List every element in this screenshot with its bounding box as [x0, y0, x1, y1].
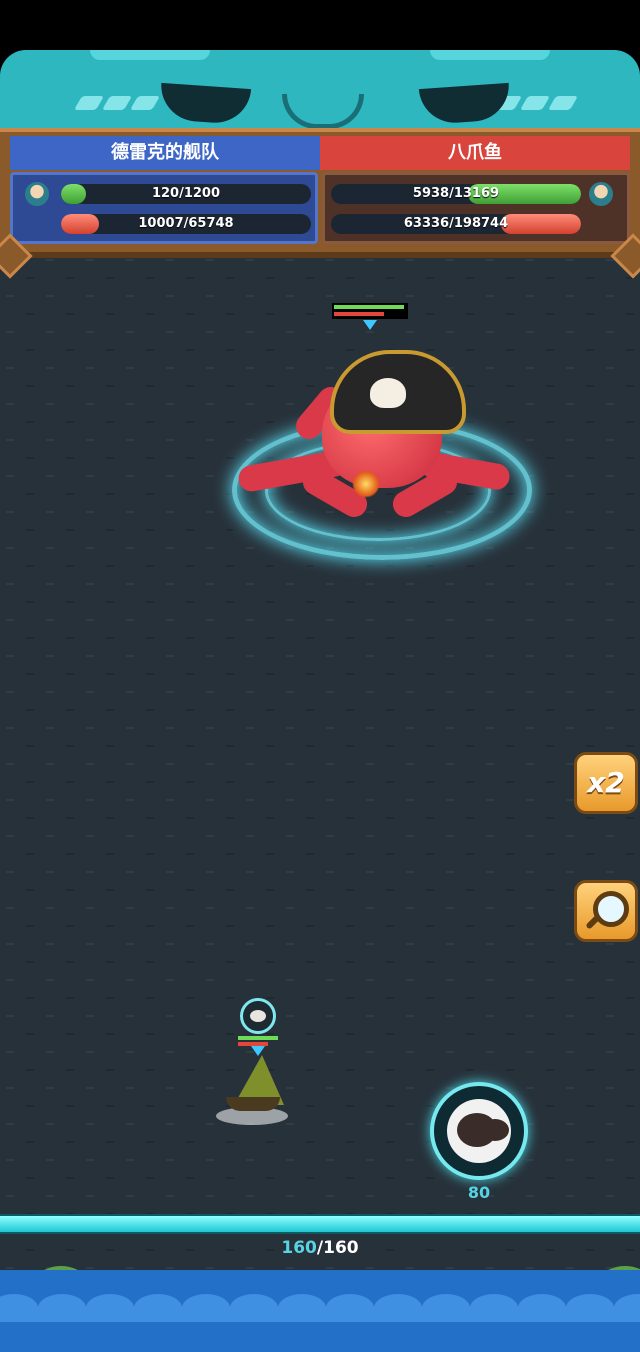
- player-crew-row: 120/1200: [13, 181, 315, 207]
- wave-crest: [278, 1294, 326, 1322]
- wave-crest: [422, 1294, 470, 1322]
- boss-health-bar: [332, 303, 408, 319]
- cheek-stripe: [129, 96, 161, 110]
- energy-bar: [0, 1214, 640, 1234]
- player-ship-row: 10007/65748: [13, 211, 315, 1336]
- enemy-crew-row: 5938/13169: [325, 181, 627, 207]
- header-ear-left: [90, 50, 210, 60]
- enemy-ship-hp: 63336/198744: [403, 216, 509, 231]
- header-eye-right: [418, 82, 512, 126]
- cheek-stripe: [73, 96, 105, 110]
- boss-crew-fill: [334, 305, 404, 309]
- crew-icon: [25, 182, 49, 206]
- player-ship-hp: 10007/65748: [138, 216, 234, 231]
- wave-crest: [86, 1294, 134, 1322]
- player-crew-hp: 120/1200: [151, 186, 221, 201]
- status-bar: [0, 0, 640, 50]
- wave-crest: [518, 1294, 566, 1322]
- enemy-crew-hp: 5938/13169: [412, 186, 500, 201]
- wave-crest: [182, 1294, 230, 1322]
- skull-icon: [370, 378, 406, 408]
- target-arrow-icon: [363, 320, 377, 330]
- energy-max: 160: [323, 1238, 359, 1258]
- magnifier-icon: [593, 891, 629, 927]
- enemy-ship-bar: 63336/198744: [331, 214, 581, 234]
- skill-cost: 80: [467, 1183, 491, 1202]
- cheek-stripe: [101, 96, 133, 110]
- wave-crest: [326, 1294, 374, 1322]
- ship-crew-fill: [238, 1036, 278, 1040]
- header-ear-right: [430, 50, 550, 60]
- ship-hull: [226, 1097, 280, 1111]
- energy-readout: 160/160: [0, 1238, 640, 1258]
- player-team-name: 德雷克的舰队: [10, 136, 320, 170]
- player-ship[interactable]: [216, 1055, 288, 1125]
- enemy-ship-row: 63336/198744: [325, 211, 640, 1336]
- header-eye-left: [158, 82, 252, 126]
- header-mouth: [282, 94, 364, 129]
- wave-crest: [470, 1294, 518, 1322]
- player-crew-bar: 120/1200: [61, 184, 311, 204]
- cheek-stripe: [519, 96, 551, 110]
- wave-crest: [134, 1294, 182, 1322]
- zoom-button[interactable]: [574, 880, 638, 942]
- enemy-team-name: 八爪鱼: [320, 136, 630, 170]
- wave-crest: [374, 1294, 422, 1322]
- wave-crest: [38, 1294, 86, 1322]
- cheek-stripe: [547, 96, 579, 110]
- battle-stats-panel: 德雷克的舰队 八爪鱼 120/1200 10007/65748 5938/131…: [0, 128, 640, 1336]
- speed-x2-button[interactable]: x2: [574, 752, 638, 814]
- enemy-stats: 5938/13169 63336/198744: [322, 172, 640, 1336]
- cannonball-icon: [447, 1099, 511, 1163]
- player-ship-bar: 10007/65748: [61, 214, 311, 234]
- player-stats: 120/1200 10007/65748: [10, 172, 318, 1336]
- ship-skill-badge-icon: [240, 998, 276, 1034]
- enemy-crew-bar: 5938/13169: [331, 184, 581, 204]
- energy-current: 160: [281, 1238, 317, 1258]
- cannon-skill-button[interactable]: [430, 1082, 528, 1180]
- wave-crest: [0, 1294, 38, 1322]
- hit-effect: [352, 470, 380, 498]
- wave-crest: [230, 1294, 278, 1322]
- boss-ship-fill: [334, 312, 384, 316]
- crew-icon: [589, 182, 613, 206]
- wave-crest: [566, 1294, 614, 1322]
